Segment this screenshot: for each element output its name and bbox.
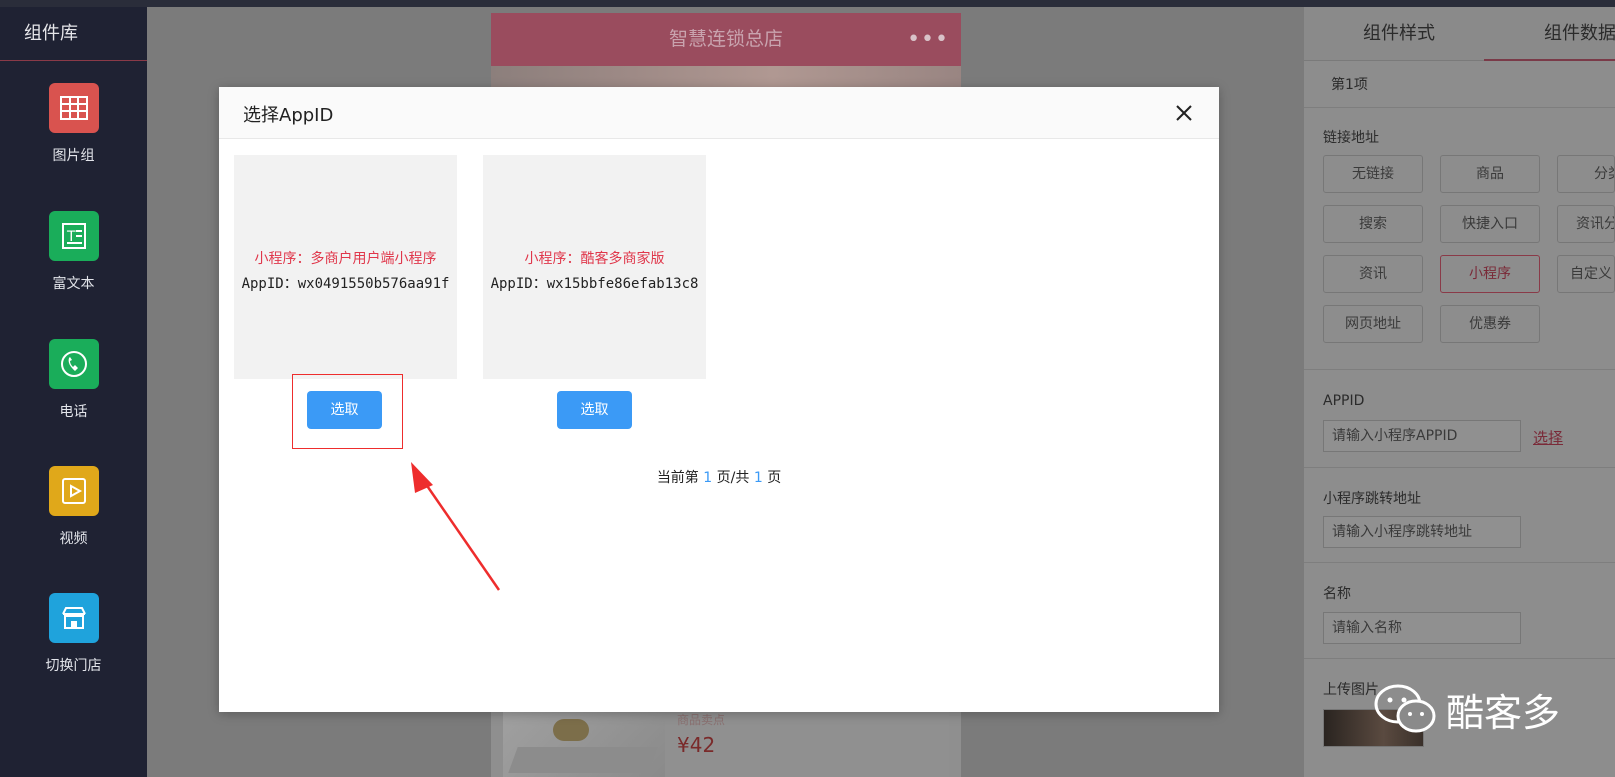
miniprogram-appid: AppID：wx0491550b576aa91f — [241, 276, 450, 292]
miniprogram-name: 小程序：酷客多商家版 — [524, 251, 665, 267]
pagination: 当前第 1 页/共 1 页 — [219, 467, 1219, 487]
watermark: 酷客多 — [1372, 680, 1572, 740]
store-icon — [48, 593, 99, 643]
name-title: 名称 — [1323, 586, 1351, 602]
link-news-button[interactable]: 资讯 — [1323, 255, 1423, 293]
miniprogram-card: 小程序：多商户用户端小程序 AppID：wx0491550b576aa91f — [234, 155, 457, 379]
component-label: 图片组 — [52, 148, 95, 164]
jump-path-input[interactable]: 请输入小程序跳转地址 — [1323, 516, 1521, 548]
component-video[interactable]: 视频 — [0, 466, 147, 548]
name-input[interactable]: 请输入名称 — [1323, 612, 1521, 644]
dialog-header: 选择AppID — [219, 87, 1219, 139]
highlight-annotation-box — [292, 374, 403, 449]
tab-component-data[interactable]: 组件数据 — [1484, 7, 1615, 61]
video-icon — [48, 466, 99, 516]
component-switch-store[interactable]: 切换门店 — [0, 593, 147, 675]
pick-button[interactable]: 选取 — [557, 391, 632, 429]
link-section-title: 链接地址 — [1323, 130, 1379, 146]
wechat-icon — [1374, 684, 1436, 733]
component-label: 富文本 — [52, 276, 95, 292]
pager-total: 1 — [753, 470, 763, 486]
link-product-button[interactable]: 商品 — [1440, 155, 1540, 193]
phone-header: 智慧连锁总店 ••• — [491, 13, 961, 66]
pager-prefix: 当前第 — [656, 470, 699, 486]
panel-tabs: 组件样式 组件数据 — [1304, 7, 1615, 61]
component-image-group[interactable]: 图片组 — [0, 83, 147, 165]
appid-input[interactable]: 请输入小程序APPID — [1323, 420, 1521, 452]
jump-title: 小程序跳转地址 — [1323, 491, 1421, 507]
link-webpage-button[interactable]: 网页地址 — [1323, 305, 1423, 343]
store-title: 智慧连锁总店 — [668, 28, 783, 50]
item-label: 第1项 — [1331, 77, 1368, 93]
product-card: 商品卖点 ¥42 — [503, 711, 949, 777]
miniprogram-appid: AppID：wx15bbfe86efab13c8 — [490, 276, 699, 292]
link-shortcut-button[interactable]: 快捷入口 — [1440, 205, 1540, 243]
link-category-button[interactable]: 分类 — [1557, 155, 1615, 193]
divider — [1304, 369, 1615, 370]
link-coupon-button[interactable]: 优惠券 — [1440, 305, 1540, 343]
miniprogram-name: 小程序：多商户用户端小程序 — [254, 251, 437, 267]
appid-choose-link[interactable]: 选择 — [1533, 427, 1563, 448]
product-image — [503, 711, 665, 777]
divider — [1304, 107, 1615, 108]
sidebar-title: 组件库 — [0, 7, 147, 61]
component-phone[interactable]: 电话 — [0, 339, 147, 421]
pager-current: 1 — [703, 470, 713, 486]
dialog-title: 选择AppID — [243, 105, 334, 126]
link-none-button[interactable]: 无链接 — [1323, 155, 1423, 193]
image-grid-icon — [48, 83, 99, 133]
product-subtitle: 商品卖点 — [677, 713, 726, 727]
appid-title: APPID — [1323, 393, 1365, 409]
watermark-text: 酷客多 — [1446, 691, 1561, 735]
pager-suffix: 页 — [767, 470, 782, 486]
component-label: 切换门店 — [45, 658, 102, 674]
product-price: ¥42 — [677, 733, 716, 757]
pager-middle: 页/共 — [716, 470, 750, 486]
rich-text-icon: T — [48, 211, 99, 261]
component-label: 视频 — [59, 531, 88, 547]
tab-component-style[interactable]: 组件样式 — [1363, 7, 1435, 61]
component-library-sidebar: 组件库 图片组 T 富文本 电话 视频 切换门店 — [0, 7, 147, 777]
miniprogram-card: 小程序：酷客多商家版 AppID：wx15bbfe86efab13c8 — [483, 155, 706, 379]
more-icon[interactable]: ••• — [907, 13, 949, 66]
upload-title: 上传图片 — [1323, 682, 1379, 698]
divider — [1304, 562, 1615, 563]
link-custom-button[interactable]: 自定义 — [1557, 255, 1615, 293]
divider — [1304, 658, 1615, 659]
select-appid-dialog: 选择AppID 小程序：多商户用户端小程序 AppID：wx0491550b57… — [219, 87, 1219, 712]
divider — [1304, 467, 1615, 468]
close-icon[interactable] — [1173, 102, 1195, 124]
properties-panel: 组件样式 组件数据 第1项 链接地址 无链接 商品 分类 搜索 快捷入口 资讯分… — [1304, 7, 1615, 777]
link-search-button[interactable]: 搜索 — [1323, 205, 1423, 243]
link-news-category-button[interactable]: 资讯分类 — [1557, 205, 1615, 243]
component-label: 电话 — [59, 404, 88, 420]
phone-icon — [48, 339, 99, 389]
component-rich-text[interactable]: T 富文本 — [0, 211, 147, 293]
link-miniprogram-button[interactable]: 小程序 — [1440, 255, 1540, 293]
top-strip — [0, 0, 1615, 7]
